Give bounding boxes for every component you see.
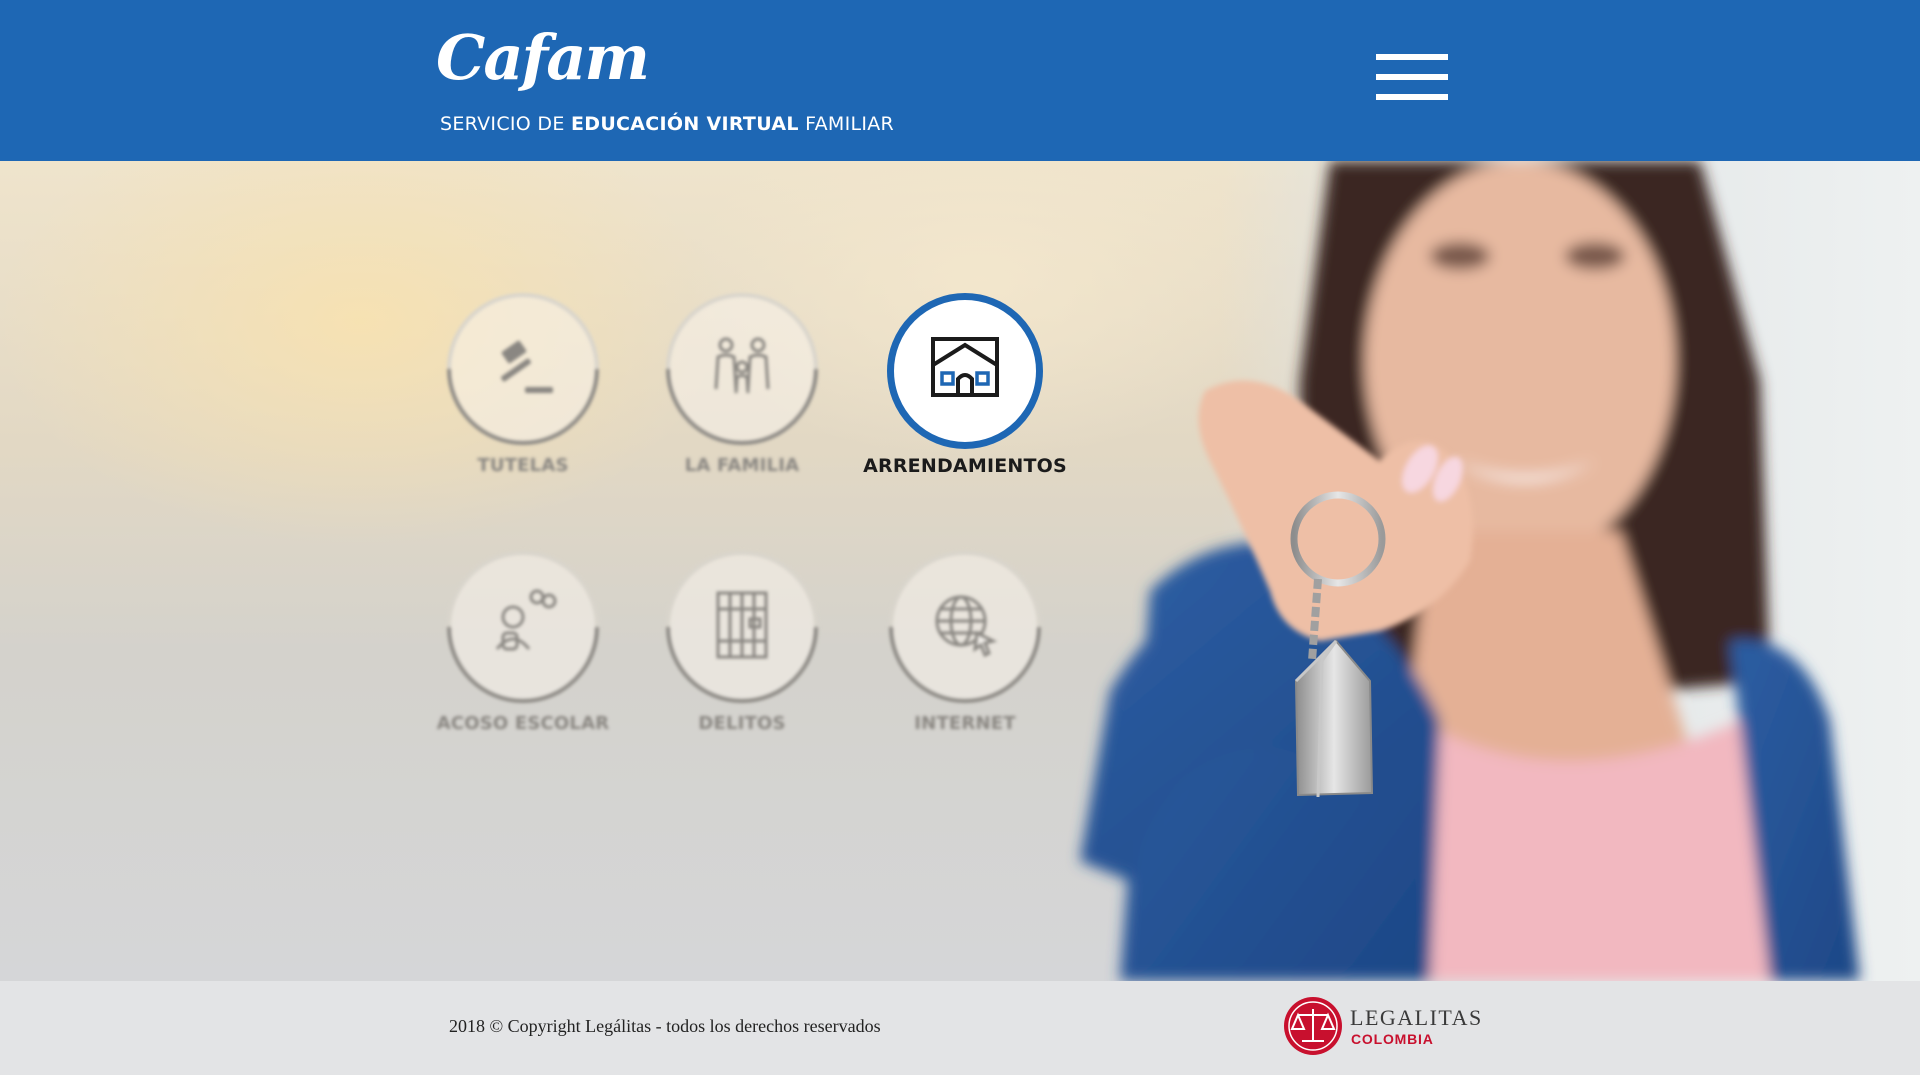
- site-header: Cafam SERVICIO DE EDUCACIÓN VIRTUAL FAMI…: [0, 0, 1920, 161]
- family-icon: [714, 337, 770, 394]
- site-tagline: SERVICIO DE EDUCACIÓN VIRTUAL FAMILIAR: [440, 113, 894, 135]
- category-label: TUTELAS: [477, 455, 569, 476]
- category-label: ACOSO ESCOLAR: [436, 713, 610, 734]
- menu-bar: [1376, 94, 1448, 100]
- menu-bar: [1376, 54, 1448, 60]
- category-label: DELITOS: [698, 713, 786, 734]
- legalitas-badge: [1284, 997, 1342, 1055]
- category-la-familia[interactable]: LA FAMILIA: [632, 261, 852, 493]
- cafam-logo[interactable]: Cafam: [436, 18, 650, 98]
- bullying-icon: [495, 589, 557, 651]
- hamburger-menu-button[interactable]: [1376, 52, 1450, 106]
- site-footer: 2018 © Copyright Legálitas - todos los d…: [0, 981, 1920, 1075]
- category-tutelas[interactable]: TUTELAS: [413, 261, 633, 493]
- category-label: INTERNET: [914, 713, 1016, 734]
- jail-bars-icon: [716, 591, 768, 659]
- category-arrendamientos[interactable]: ARRENDAMIENTOS: [855, 293, 1075, 493]
- scales-of-justice-icon: [1288, 1001, 1338, 1051]
- copyright-text: 2018 © Copyright Legálitas - todos los d…: [449, 1016, 881, 1036]
- category-delitos[interactable]: DELITOS: [632, 519, 852, 751]
- category-acoso-escolar[interactable]: ACOSO ESCOLAR: [413, 519, 633, 751]
- globe-cursor-icon: [935, 595, 998, 658]
- legalitas-country: COLOMBIA: [1351, 1031, 1434, 1047]
- tagline-highlight: EDUCACIÓN VIRTUAL: [570, 113, 799, 135]
- category-label: LA FAMILIA: [684, 455, 800, 476]
- tagline-prefix: SERVICIO DE: [440, 113, 571, 135]
- legalitas-name: LEGALITAS: [1350, 1005, 1483, 1030]
- tagline-suffix: FAMILIAR: [798, 113, 895, 135]
- category-internet[interactable]: INTERNET: [855, 519, 1075, 751]
- legalitas-logo-link[interactable]: LEGALITAS COLOMBIA: [1284, 997, 1484, 1059]
- category-label: ARRENDAMIENTOS: [863, 455, 1067, 477]
- house-icon: [931, 337, 999, 397]
- hero-section: TUTELAS LA FAMILIA ARRENDAMIENTOS ACOSO …: [0, 161, 1920, 981]
- menu-bar: [1376, 74, 1448, 80]
- gavel-icon: [501, 340, 553, 393]
